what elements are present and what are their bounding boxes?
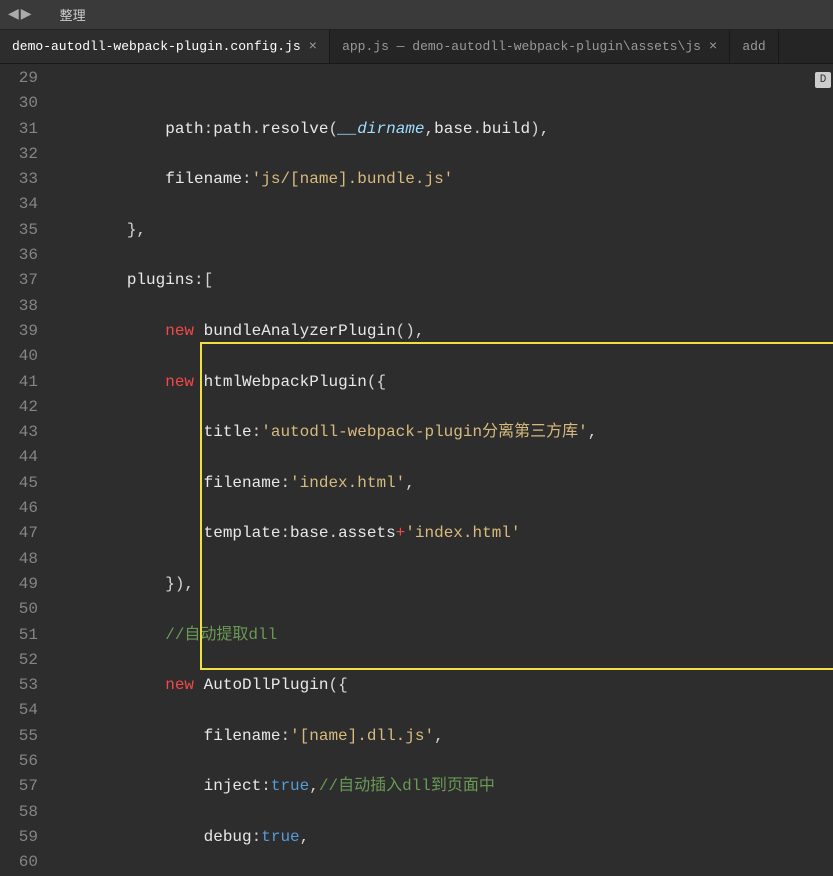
tab-app-js[interactable]: app.js — demo-autodll-webpack-plugin\ass…	[330, 30, 730, 63]
line-number: 51	[0, 623, 38, 648]
line-number: 46	[0, 496, 38, 521]
line-number: 50	[0, 597, 38, 622]
line-number: 36	[0, 243, 38, 268]
line-number: 34	[0, 192, 38, 217]
line-number: 53	[0, 673, 38, 698]
line-number: 38	[0, 294, 38, 319]
line-number: 49	[0, 572, 38, 597]
line-number: 44	[0, 445, 38, 470]
line-number: 45	[0, 471, 38, 496]
tab-label: add	[742, 39, 765, 54]
line-number: 31	[0, 117, 38, 142]
line-number: 43	[0, 420, 38, 445]
line-number: 33	[0, 167, 38, 192]
titlebar: ◀ ▶ 整理	[0, 0, 833, 30]
line-number: 41	[0, 370, 38, 395]
line-number: 54	[0, 698, 38, 723]
line-gutter: 2930313233343536373839404142434445464748…	[0, 64, 50, 855]
tab-label: app.js — demo-autodll-webpack-plugin\ass…	[342, 39, 701, 54]
line-number: 37	[0, 268, 38, 293]
close-icon[interactable]: ×	[709, 39, 717, 55]
line-number: 58	[0, 800, 38, 825]
tab-add[interactable]: add	[730, 30, 778, 63]
nav-back-icon[interactable]: ◀	[8, 6, 19, 23]
tab-label: demo-autodll-webpack-plugin.config.js	[12, 39, 301, 54]
line-number: 30	[0, 91, 38, 116]
line-number: 55	[0, 724, 38, 749]
line-number: 42	[0, 395, 38, 420]
close-icon[interactable]: ×	[309, 39, 317, 55]
line-number: 40	[0, 344, 38, 369]
nav-forward-icon[interactable]: ▶	[21, 6, 32, 23]
nav-arrows: ◀ ▶	[0, 6, 40, 23]
line-number: 48	[0, 547, 38, 572]
line-number: 59	[0, 825, 38, 850]
code-area[interactable]: path:path.resolve(__dirname,base.build),…	[50, 64, 833, 855]
line-number: 29	[0, 66, 38, 91]
line-number: 39	[0, 319, 38, 344]
tab-config-js[interactable]: demo-autodll-webpack-plugin.config.js ×	[0, 30, 330, 63]
line-number: 35	[0, 218, 38, 243]
line-number: 56	[0, 749, 38, 774]
titlebar-text: 整理	[60, 5, 86, 24]
editor: D 29303132333435363738394041424344454647…	[0, 64, 833, 855]
line-number: 32	[0, 142, 38, 167]
line-number: 47	[0, 521, 38, 546]
tabbar: demo-autodll-webpack-plugin.config.js × …	[0, 30, 833, 64]
line-number: 52	[0, 648, 38, 673]
line-number: 60	[0, 850, 38, 875]
line-number: 57	[0, 774, 38, 799]
